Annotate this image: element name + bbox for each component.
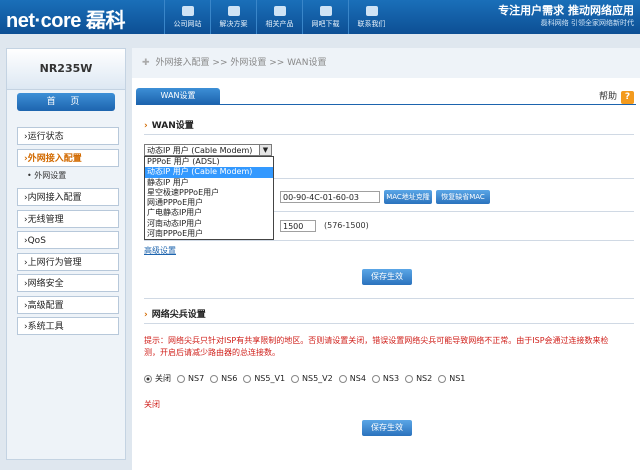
radio-dot[interactable] — [177, 374, 185, 383]
sidebar-item-system-tools[interactable]: ›系统工具 — [17, 317, 119, 335]
dropdown-option[interactable]: 星空极速PPPoE用户 — [145, 188, 273, 198]
tab-underline — [136, 104, 636, 105]
radio-dot[interactable] — [338, 374, 347, 383]
netcore-logo: net·core 磊科 — [6, 10, 125, 32]
sidebar-subitem-wan-settings[interactable]: • 外网设置 — [17, 168, 119, 184]
dropdown-option[interactable]: PPPoE 用户 (ADSL) — [145, 157, 273, 167]
sidebar-menu: ›运行状态 ›外网接入配置 • 外网设置 ›内网接入配置 ›无线管理 ›QoS … — [17, 127, 119, 339]
download-icon — [319, 6, 332, 16]
home-icon — [181, 6, 194, 16]
divider — [272, 211, 634, 212]
mac-restore-button[interactable]: 恢复缺省MAC — [436, 190, 490, 204]
help-link[interactable]: 帮助? — [599, 89, 634, 104]
sidebar-item-wireless[interactable]: ›无线管理 — [17, 209, 119, 228]
sidebar-item-wan-config[interactable]: ›外网接入配置 — [17, 148, 119, 167]
contact-icon — [365, 6, 378, 16]
sidebar-item-security[interactable]: ›网络安全 — [17, 274, 119, 292]
mac-address-input[interactable]: 00-90-4C-01-60-03 — [280, 191, 380, 203]
dropdown-option[interactable]: 广电静态IP用户 — [145, 208, 273, 218]
save-button-2[interactable]: 保存生效 — [362, 420, 412, 436]
nav-solutions[interactable]: 解决方案 — [210, 0, 256, 34]
radio-dot[interactable] — [243, 374, 252, 383]
tab-wan-settings[interactable]: WAN设置 — [136, 88, 220, 104]
sidebar-item-behavior[interactable]: ›上网行为管理 — [17, 252, 119, 271]
mtu-range: (576-1500) — [324, 221, 369, 230]
sidebar-item-lan-config[interactable]: ›内网接入配置 — [17, 188, 119, 206]
dropdown-option[interactable]: 网通PPPoE用户 — [145, 198, 273, 208]
help-icon: ? — [621, 91, 634, 104]
connection-type-dropdown: PPPoE 用户 (ADSL) 动态IP 用户 (Cable Modem) 静态… — [144, 156, 274, 241]
main-content: ✚ 外网接入配置 >> 外网设置 >> WAN设置 WAN设置 帮助? › WAN设… — [132, 48, 640, 470]
arrow-icon: › — [144, 121, 148, 131]
breadcrumb: ✚ 外网接入配置 >> 外网设置 >> WAN设置 — [132, 48, 640, 78]
radio-ns3[interactable]: NS3 — [371, 373, 399, 384]
radio-off[interactable]: 关闭 — [144, 373, 171, 384]
nav-company-site[interactable]: 公司网站 — [164, 0, 210, 34]
dropdown-option[interactable]: 静态IP 用户 — [145, 178, 273, 188]
wan-section-title: › WAN设置 — [144, 121, 194, 131]
warning-tip: 提示：网络尖兵只针对ISP有共享限制的地区。否则请设置关闭，错误设置网络尖兵可能… — [144, 336, 609, 357]
sidebar: NR235W 首 页 ›运行状态 ›外网接入配置 • 外网设置 ›内网接入配置 … — [6, 48, 126, 460]
radio-ns7[interactable]: NS7 — [177, 373, 204, 384]
dropdown-option[interactable]: 河南动态IP用户 — [145, 219, 273, 229]
radio-ns1[interactable]: NS1 — [438, 373, 465, 384]
arrow-icon: › — [144, 310, 148, 320]
sidebar-item-status[interactable]: ›运行状态 — [17, 127, 119, 145]
divider — [144, 134, 634, 135]
divider — [144, 298, 634, 299]
nav-products[interactable]: 相关产品 — [256, 0, 302, 34]
advanced-settings-link[interactable]: 高级设置 — [144, 245, 176, 256]
divider — [272, 178, 634, 179]
radio-ns5-v1[interactable]: NS5_V1 — [243, 373, 285, 384]
anti-status-text: 关闭 — [144, 400, 160, 409]
radio-dot[interactable] — [371, 374, 380, 383]
model-name: NR235W — [7, 49, 125, 90]
divider — [144, 323, 634, 324]
home-button[interactable]: 首 页 — [17, 93, 115, 111]
slogan-sub: 磊科网络 引领全家网络新时代 — [540, 19, 634, 27]
anti-mode-radio-group: 关闭 NS7 NS6 NS5_V1 NS5_V2 NS4 NS3 NS2 NS1 — [144, 373, 471, 384]
dropdown-option-selected[interactable]: 动态IP 用户 (Cable Modem) — [145, 167, 273, 178]
anti-section-title: › 网络尖兵设置 — [144, 310, 206, 320]
radio-dot[interactable] — [405, 374, 414, 383]
radio-ns6[interactable]: NS6 — [210, 373, 237, 384]
top-nav: 公司网站 解决方案 相关产品 网吧下载 联系我们 — [164, 0, 394, 34]
radio-dot-checked[interactable] — [144, 374, 152, 383]
solutions-icon — [227, 6, 240, 16]
radio-dot[interactable] — [438, 374, 447, 383]
save-button[interactable]: 保存生效 — [362, 269, 412, 285]
dropdown-option[interactable]: 河南PPPoE用户 — [145, 229, 273, 239]
radio-ns5-v2[interactable]: NS5_V2 — [291, 373, 333, 384]
radio-ns4[interactable]: NS4 — [338, 373, 366, 384]
mac-clone-button[interactable]: MAC地址克隆 — [384, 190, 432, 204]
connection-type-select[interactable]: 动态IP 用户 (Cable Modem) ▼ — [144, 144, 272, 156]
plus-icon: ✚ — [142, 58, 150, 68]
sidebar-item-qos[interactable]: ›QoS — [17, 231, 119, 249]
radio-ns2[interactable]: NS2 — [405, 373, 432, 384]
radio-dot[interactable] — [210, 374, 219, 383]
sidebar-item-advanced[interactable]: ›高级配置 — [17, 295, 119, 314]
slogan: 专注用户需求 推动网络应用 — [498, 4, 634, 17]
header-bar: net·core 磊科 公司网站 解决方案 相关产品 网吧下载 联系我们 专注用… — [0, 0, 640, 34]
chevron-down-icon: ▼ — [259, 145, 271, 155]
mtu-input[interactable]: 1500 — [280, 220, 316, 232]
radio-dot[interactable] — [291, 374, 300, 383]
nav-download[interactable]: 网吧下载 — [302, 0, 348, 34]
products-icon — [273, 6, 286, 16]
nav-contact[interactable]: 联系我们 — [348, 0, 394, 34]
